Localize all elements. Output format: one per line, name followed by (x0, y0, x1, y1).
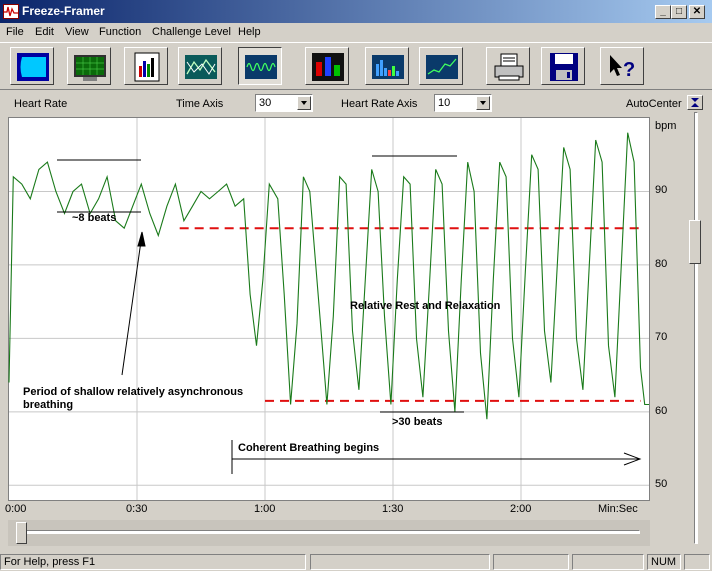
vertical-scale-slider-track[interactable] (694, 112, 698, 544)
annotation-eight-beats: ~8 beats (72, 212, 117, 224)
x-tick-label: 1:00 (254, 503, 276, 515)
vertical-scale-slider-thumb[interactable] (689, 220, 701, 264)
x-tick-label: 2:00 (510, 503, 532, 515)
time-scroll-track[interactable] (16, 530, 640, 534)
y-tick-label: 70 (655, 331, 668, 344)
heart-rate-series-line (8, 132, 649, 420)
y-tick-label: 60 (655, 404, 668, 417)
y-tick-label: 90 (655, 184, 668, 197)
pointer-arrowhead (137, 231, 146, 247)
annotation-relative-rest: Relative Rest and Relaxation (350, 300, 501, 312)
reference-lines (179, 227, 641, 402)
x-tick-label: 0:30 (126, 503, 148, 515)
status-cell-empty (493, 554, 569, 570)
annotation-coherent-breathing: Coherent Breathing begins (238, 442, 380, 454)
status-cell-empty (572, 554, 644, 570)
time-scroll-thumb[interactable] (16, 522, 27, 544)
pointer-arrow-line (121, 233, 143, 376)
status-num-cell: NUM (647, 554, 681, 570)
y-axis-unit-label: bpm (655, 120, 677, 132)
y-tick-label: 50 (655, 478, 668, 491)
x-tick-label: 1:30 (382, 503, 404, 515)
y-tick-label: 80 (655, 257, 668, 270)
num-lock-indicator: NUM (651, 556, 677, 568)
heart-rate-chart (8, 118, 649, 500)
annotation-graphics (57, 155, 642, 474)
status-help-text: For Help, press F1 (4, 556, 96, 568)
status-cell-empty (310, 554, 490, 570)
annotation-thirty-beats: >30 beats (392, 416, 443, 428)
x-tick-label: 0:00 (5, 503, 27, 515)
status-cell-empty (684, 554, 710, 570)
annotation-shallow-breathing: Period of shallow relatively asynchronou… (23, 386, 244, 411)
status-help-cell: For Help, press F1 (0, 554, 306, 570)
x-axis-unit-label: Min:Sec (598, 503, 638, 515)
